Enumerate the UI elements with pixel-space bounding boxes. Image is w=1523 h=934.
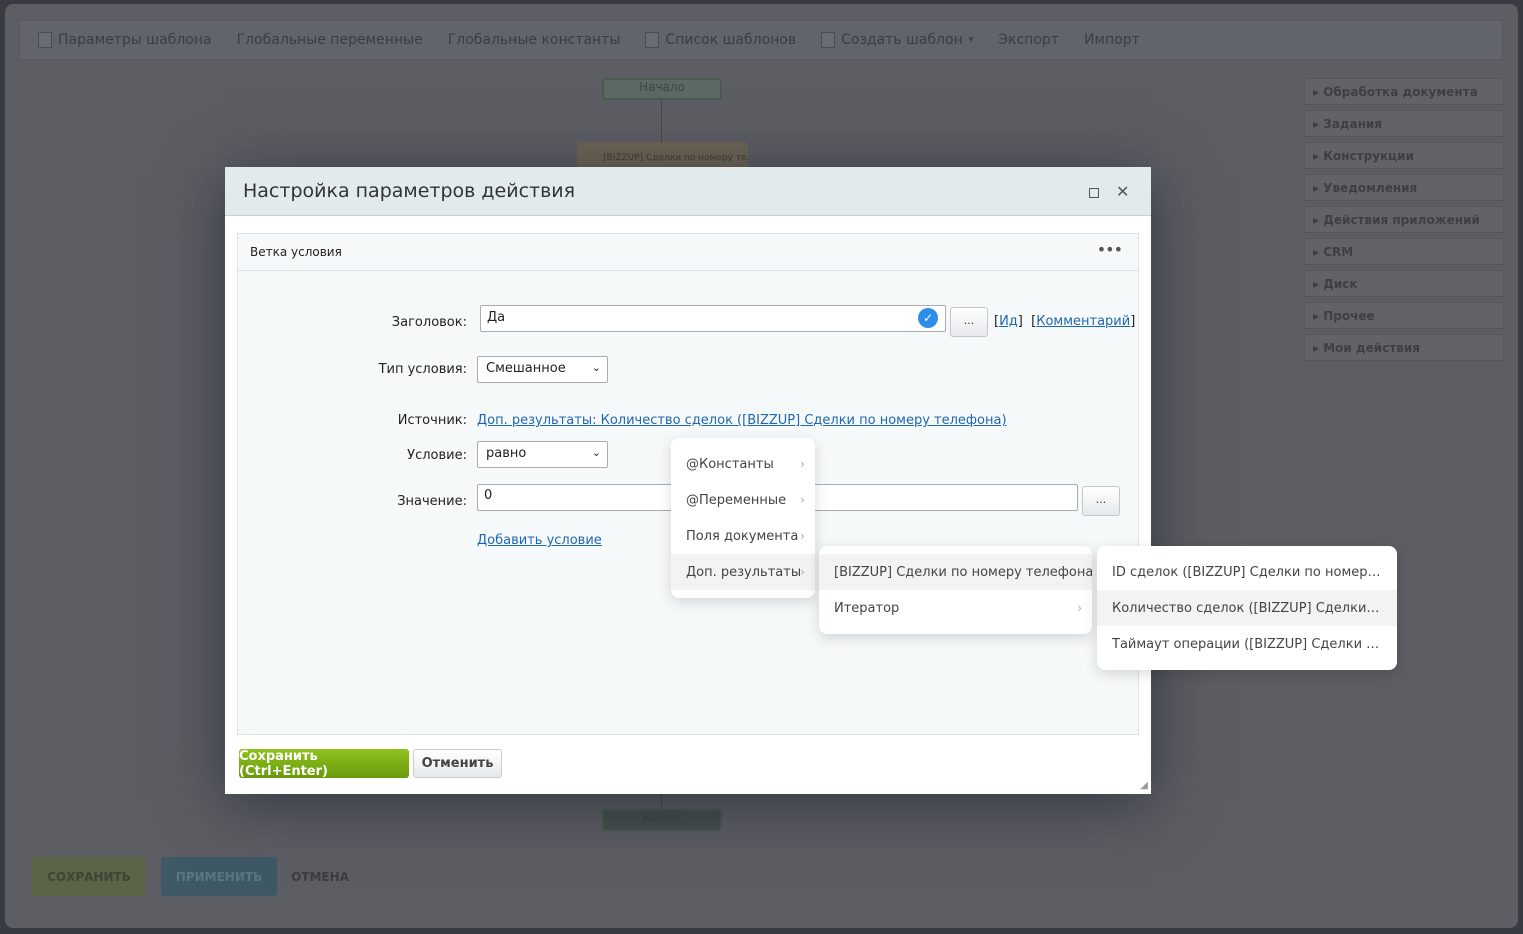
toolbar-export[interactable]: Экспорт bbox=[998, 32, 1059, 48]
id-link[interactable]: Ид bbox=[999, 314, 1018, 329]
item-label: @Константы bbox=[686, 456, 774, 472]
chevron-right-icon: › bbox=[800, 565, 805, 579]
new-doc-icon bbox=[821, 32, 836, 48]
title-dots-button[interactable]: ... bbox=[950, 307, 988, 337]
extra-results-submenu: [BIZZUP] Сделки по номеру телефона › Итер… bbox=[819, 546, 1092, 634]
item-label: [BIZZUP] Сделки по номеру телефона bbox=[834, 564, 1092, 580]
add-condition-link[interactable]: Добавить условие bbox=[477, 533, 602, 548]
source-label: Источник: bbox=[397, 413, 467, 428]
settings-doc-icon bbox=[38, 32, 52, 48]
menu-item-iterator[interactable]: Итератор › bbox=[819, 590, 1092, 626]
toolbar-template-params[interactable]: Параметры шаблона bbox=[38, 32, 212, 48]
toolbar-template-list[interactable]: Список шаблонов bbox=[645, 32, 796, 48]
activity-label: [BIZZUP] Сделки по номеру телефона bbox=[603, 153, 748, 163]
select-value: равно bbox=[486, 446, 527, 461]
item-label: Поля документа bbox=[686, 528, 799, 544]
template-toolbar: Параметры шаблона Глобальные переменные … bbox=[19, 20, 1503, 60]
comment-link[interactable]: Комментарий bbox=[1036, 314, 1130, 329]
title-label: Заголовок: bbox=[391, 315, 467, 330]
group-label: CRM bbox=[1323, 245, 1354, 259]
chevron-right-icon: › bbox=[1077, 565, 1082, 579]
title-input[interactable]: Да bbox=[480, 305, 946, 332]
activity-sidebar: ▸ Обработка документа ▸ Задания ▸ Констр… bbox=[1304, 78, 1504, 366]
group-label: Задания bbox=[1323, 117, 1383, 131]
chevron-right-icon: › bbox=[800, 457, 805, 471]
item-label: Итератор bbox=[834, 600, 900, 616]
dialog-title: Настройка параметров действия bbox=[225, 167, 1151, 216]
item-label: Доп. результаты bbox=[686, 564, 802, 580]
more-icon[interactable]: ••• bbox=[1097, 240, 1123, 259]
chevron-down-icon: ⌄ bbox=[591, 361, 601, 374]
menu-item-constants[interactable]: @Константы › bbox=[671, 446, 815, 482]
condition-type-select[interactable]: Смешанное ⌄ bbox=[477, 356, 608, 383]
menu-item-document-fields[interactable]: Поля документа › bbox=[671, 518, 815, 554]
resize-handle[interactable]: ◢ bbox=[1140, 780, 1148, 791]
sidebar-group[interactable]: ▸ CRM bbox=[1304, 238, 1504, 265]
menu-item-timeout[interactable]: Таймаут операции ([BIZZUP] Сделки по ном… bbox=[1097, 626, 1397, 662]
sidebar-group[interactable]: ▸ Обработка документа bbox=[1304, 78, 1504, 105]
group-label: Уведомления bbox=[1323, 181, 1418, 195]
chevron-right-icon: › bbox=[800, 529, 805, 543]
select-value: Смешанное bbox=[486, 361, 566, 376]
menu-item-extra-results[interactable]: Доп. результаты › bbox=[671, 554, 815, 590]
end-node[interactable]: Конец bbox=[602, 809, 722, 831]
chevron-right-icon: › bbox=[800, 493, 805, 507]
condition-label: Условие: bbox=[407, 448, 467, 463]
bizzup-fields-submenu: ID сделок ([BIZZUP] Сделки по номеру тел… bbox=[1097, 546, 1397, 670]
item-label: ID сделок ([BIZZUP] Сделки по номеру тел… bbox=[1112, 564, 1382, 580]
toolbar-global-consts[interactable]: Глобальные константы bbox=[448, 32, 621, 48]
chevron-down-icon: ⌄ bbox=[591, 446, 601, 459]
save-button[interactable]: Сохранить (Ctrl+Enter) bbox=[239, 749, 409, 779]
item-label: @Переменные bbox=[686, 492, 787, 508]
sidebar-group[interactable]: ▸ Мои действия bbox=[1304, 334, 1504, 361]
condition-select[interactable]: равно ⌄ bbox=[477, 441, 608, 468]
insert-menu: @Константы › @Переменные › Поля документа ›… bbox=[671, 438, 815, 598]
value-label: Значение: bbox=[397, 494, 467, 509]
value-dots-button[interactable]: ... bbox=[1082, 486, 1120, 516]
cancel-button[interactable]: Отменить bbox=[413, 749, 502, 778]
page-save-button[interactable]: СОХРАНИТЬ bbox=[32, 857, 146, 896]
source-link[interactable]: Доп. результаты: Количество сделок ([BIZ… bbox=[477, 413, 1007, 428]
activity-node[interactable]: [BIZZUP] Сделки по номеру телефона bbox=[577, 142, 748, 167]
close-icon[interactable]: ✕ bbox=[1116, 182, 1129, 201]
group-label: Диск bbox=[1323, 277, 1358, 291]
connector bbox=[661, 100, 662, 145]
sidebar-group[interactable]: ▸ Действия приложений bbox=[1304, 206, 1504, 233]
toolbar-global-vars[interactable]: Глобальные переменные bbox=[237, 32, 423, 48]
page-cancel-button[interactable]: ОТМЕНА bbox=[285, 857, 355, 896]
link-group: [Ид] [Комментарий] bbox=[994, 314, 1136, 329]
page-apply-button[interactable]: ПРИМЕНИТЬ bbox=[161, 857, 277, 896]
group-label: Действия приложений bbox=[1323, 213, 1480, 227]
sidebar-group[interactable]: ▸ Уведомления bbox=[1304, 174, 1504, 201]
sidebar-group[interactable]: ▸ Диск bbox=[1304, 270, 1504, 297]
check-icon: ✓ bbox=[918, 308, 938, 328]
item-label: Таймаут операции ([BIZZUP] Сделки по ном… bbox=[1112, 636, 1382, 652]
sidebar-group[interactable]: ▸ Задания bbox=[1304, 110, 1504, 137]
sidebar-group[interactable]: ▸ Прочее bbox=[1304, 302, 1504, 329]
group-label: Конструкции bbox=[1323, 149, 1414, 163]
menu-item-bizzup-deals[interactable]: [BIZZUP] Сделки по номеру телефона › bbox=[819, 554, 1092, 590]
caret-down-icon: ▾ bbox=[968, 35, 974, 45]
group-label: Мои действия bbox=[1323, 341, 1420, 355]
group-label: Прочее bbox=[1323, 309, 1375, 323]
sidebar-group[interactable]: ▸ Конструкции bbox=[1304, 142, 1504, 169]
start-node[interactable]: Начало bbox=[602, 78, 722, 100]
menu-item-deal-ids[interactable]: ID сделок ([BIZZUP] Сделки по номеру тел… bbox=[1097, 554, 1397, 590]
maximize-icon[interactable] bbox=[1089, 188, 1099, 198]
panel-title: Ветка условия bbox=[250, 245, 342, 259]
type-label: Тип условия: bbox=[378, 362, 467, 377]
toolbar-import[interactable]: Импорт bbox=[1084, 32, 1140, 48]
toolbar-create-template[interactable]: Создать шаблон ▾ bbox=[821, 32, 973, 48]
connector bbox=[661, 794, 662, 809]
panel-header: Ветка условия ••• bbox=[238, 234, 1138, 271]
menu-item-variables[interactable]: @Переменные › bbox=[671, 482, 815, 518]
group-label: Обработка документа bbox=[1323, 85, 1478, 99]
chevron-right-icon: › bbox=[1077, 601, 1082, 615]
list-doc-icon bbox=[645, 32, 660, 48]
item-label: Количество сделок ([BIZZUP] Сделки по но… bbox=[1112, 600, 1382, 616]
menu-item-deal-count[interactable]: Количество сделок ([BIZZUP] Сделки по но… bbox=[1097, 590, 1397, 626]
